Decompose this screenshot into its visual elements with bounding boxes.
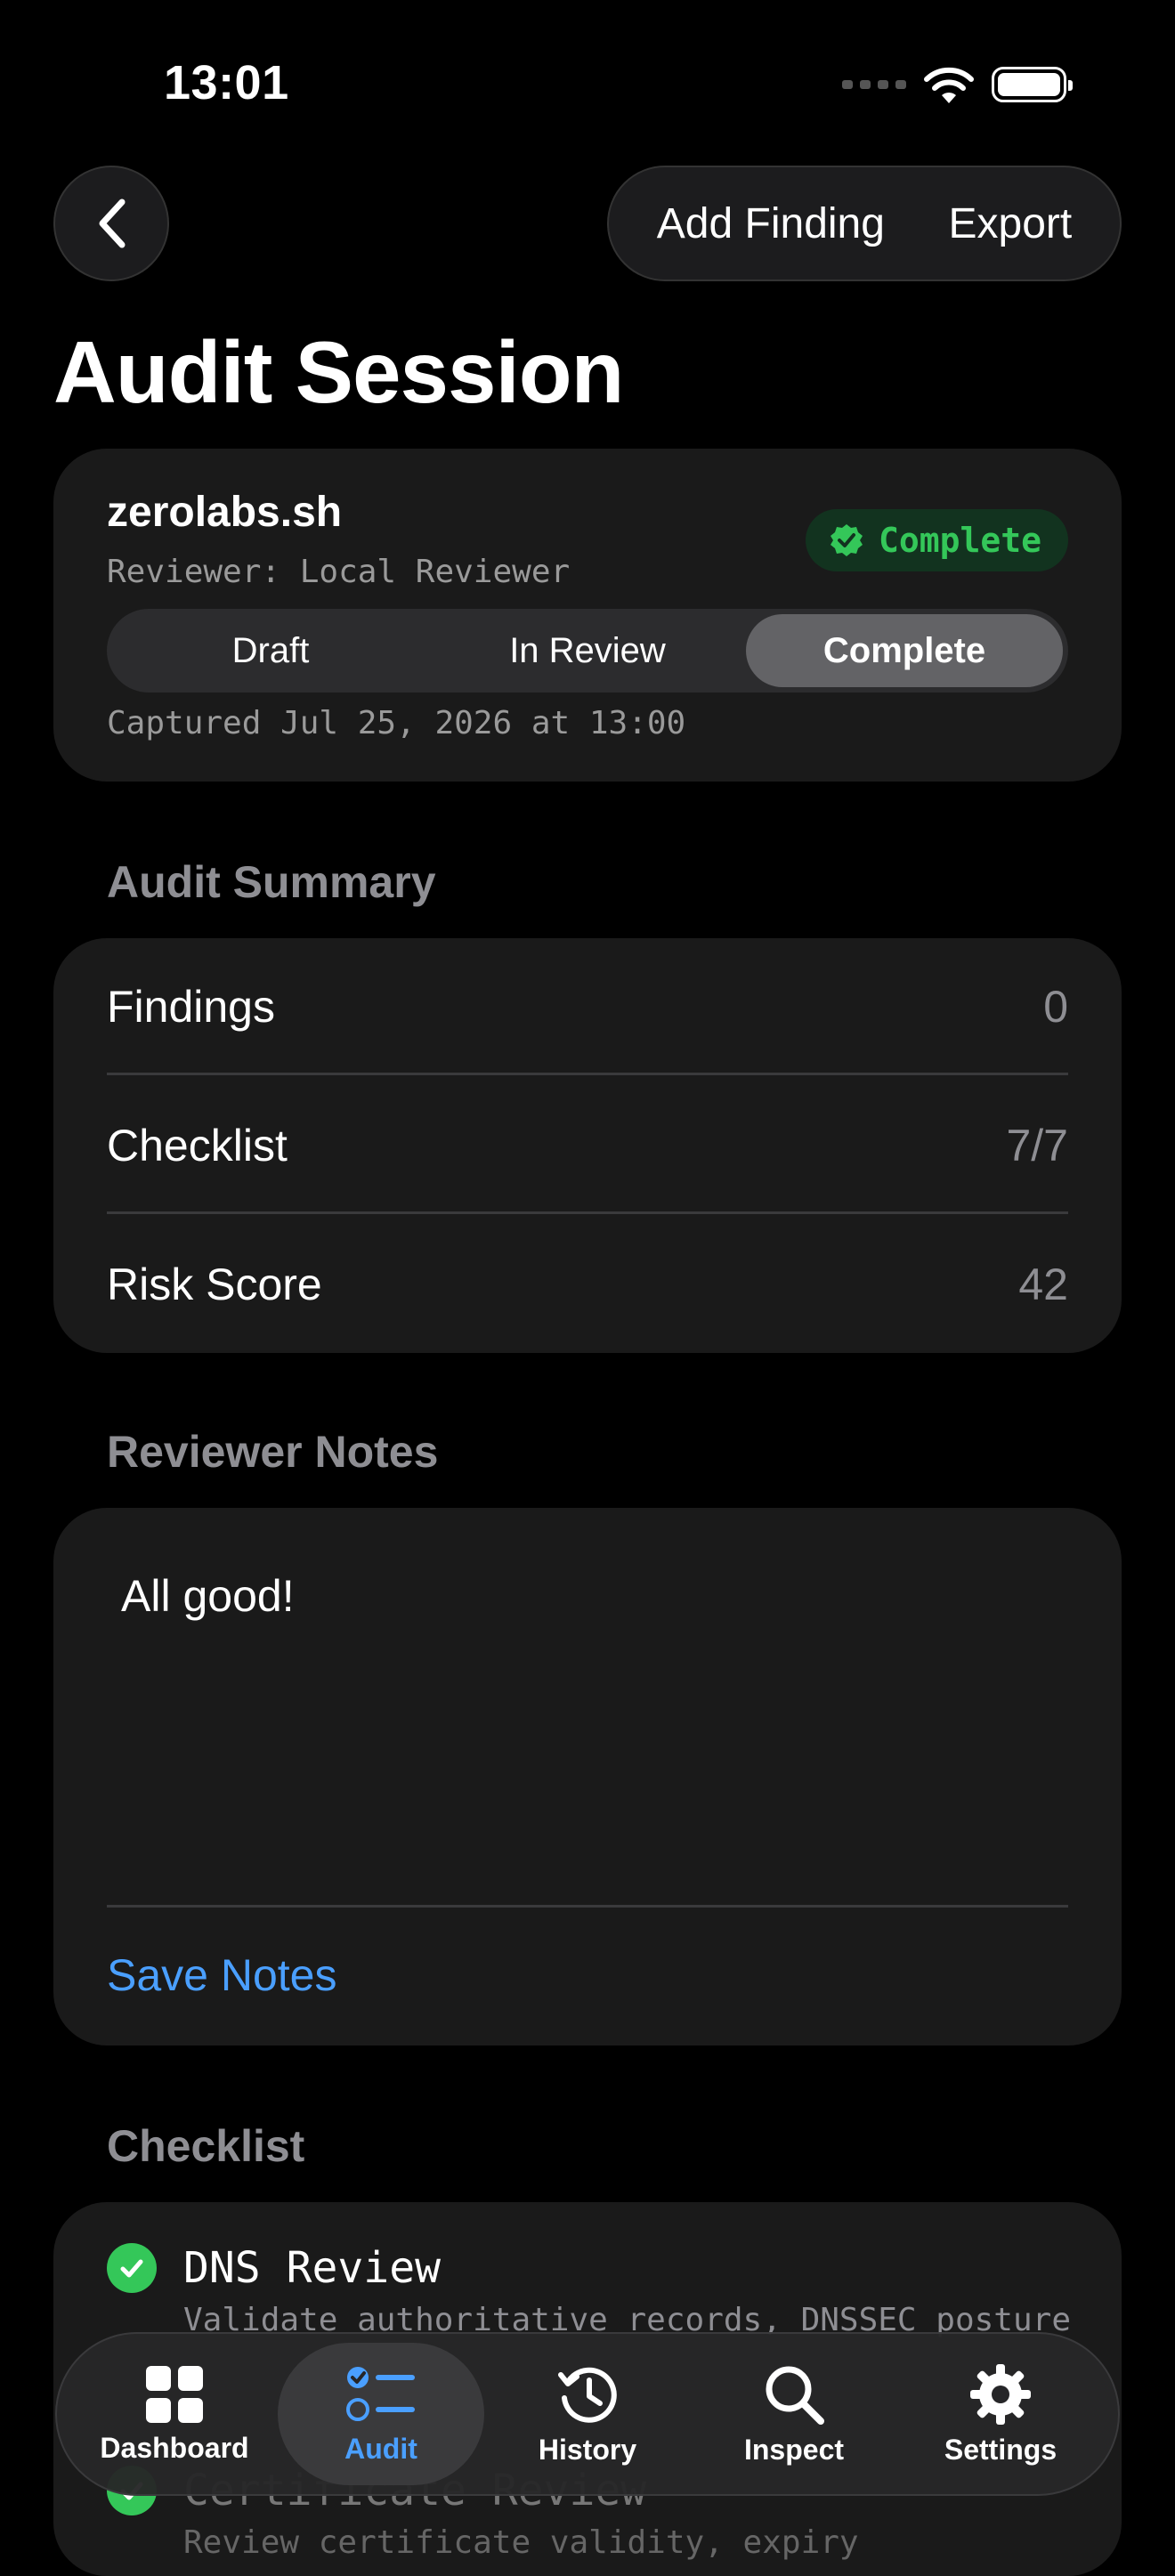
checklist-item[interactable]: DNS Review Validate authoritative record… <box>107 2243 1071 2338</box>
summary-row-risk-score: Risk Score 42 <box>107 1218 1068 1351</box>
divider <box>107 1073 1068 1075</box>
tab-settings[interactable]: Settings <box>897 2343 1104 2485</box>
reviewer-notes-header: Reviewer Notes <box>107 1427 439 1477</box>
tab-dashboard[interactable]: Dashboard <box>71 2343 278 2485</box>
nav-actions: Add Finding Export <box>607 166 1122 281</box>
gear-icon <box>970 2363 1031 2425</box>
summary-label: Checklist <box>107 1121 288 1171</box>
segment-in-review[interactable]: In Review <box>429 614 746 687</box>
checklist-item-title: DNS Review <box>183 2243 441 2293</box>
session-domain: zerolabs.sh <box>107 489 343 536</box>
summary-label: Findings <box>107 982 275 1032</box>
status-badge: Complete <box>805 509 1068 571</box>
summary-row-checklist: Checklist 7/7 <box>107 1079 1068 1212</box>
divider <box>107 1905 1068 1908</box>
page-title: Audit Session <box>53 323 624 421</box>
tab-audit[interactable]: Audit <box>278 2343 484 2485</box>
magnifier-icon <box>766 2366 824 2425</box>
add-finding-button[interactable]: Add Finding <box>657 199 885 248</box>
tab-label: Inspect <box>743 2433 845 2466</box>
checklist-icon <box>346 2366 415 2421</box>
tab-inspect[interactable]: Inspect <box>691 2343 897 2485</box>
audit-summary-header: Audit Summary <box>107 857 436 907</box>
tab-history[interactable]: History <box>484 2343 691 2485</box>
status-segmented-control: Draft In Review Complete <box>107 609 1068 693</box>
tab-label: Audit <box>344 2432 417 2465</box>
summary-label: Risk Score <box>107 1260 322 1309</box>
checklist-header: Checklist <box>107 2121 305 2171</box>
summary-value: 7/7 <box>1006 1121 1068 1171</box>
tab-label: Dashboard <box>100 2431 249 2464</box>
tab-label: Settings <box>944 2433 1058 2466</box>
session-reviewer: Reviewer: Local Reviewer <box>107 554 571 590</box>
checklist-item-description: Review certificate validity, expiry <box>183 2524 859 2561</box>
captured-timestamp: Captured Jul 25, 2026 at 13:00 <box>107 705 686 741</box>
cellular-signal-icon <box>842 80 906 89</box>
status-icons <box>842 64 1073 105</box>
tab-label: History <box>538 2433 637 2466</box>
summary-value: 0 <box>1043 982 1068 1032</box>
summary-row-findings: Findings 0 <box>107 940 1068 1073</box>
status-time: 13:01 <box>164 56 289 109</box>
summary-value: 42 <box>1018 1260 1068 1309</box>
check-seal-icon <box>830 524 863 556</box>
clock-history-icon <box>558 2367 617 2423</box>
tab-bar: Dashboard Audit History Inspect Settings <box>55 2332 1120 2496</box>
notes-text: All good! <box>121 1571 295 1621</box>
divider <box>107 1211 1068 1214</box>
back-button[interactable] <box>53 166 169 281</box>
segment-complete[interactable]: Complete <box>746 614 1063 687</box>
battery-icon <box>992 67 1073 102</box>
save-notes-button[interactable]: Save Notes <box>107 1949 336 2001</box>
checkmark-circle-icon <box>107 2243 157 2293</box>
export-button[interactable]: Export <box>948 199 1072 248</box>
wifi-icon <box>924 67 974 103</box>
status-badge-label: Complete <box>878 521 1041 560</box>
chevron-left-icon <box>99 198 126 248</box>
grid-icon <box>146 2365 203 2423</box>
segment-draft[interactable]: Draft <box>112 614 429 687</box>
